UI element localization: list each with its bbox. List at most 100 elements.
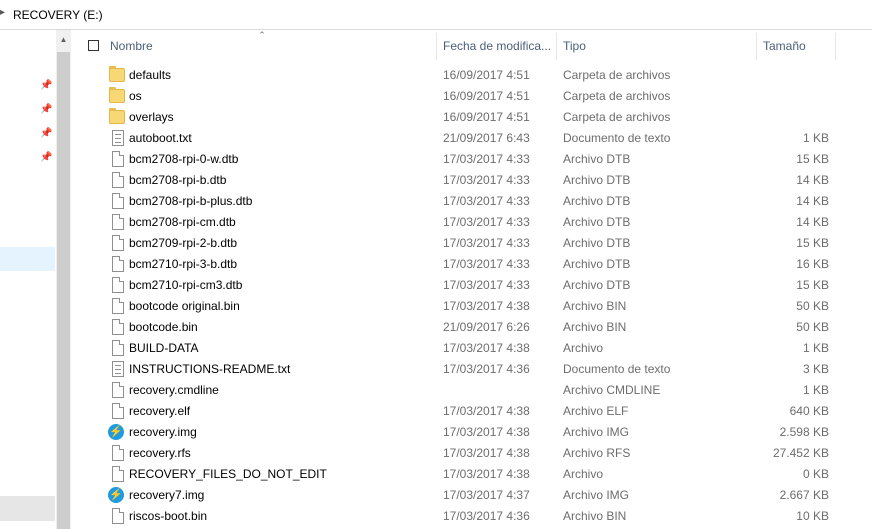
- file-size: 14 KB: [796, 173, 829, 187]
- header-name[interactable]: Nombre: [110, 39, 430, 55]
- file-date: 17/03/2017 4:33: [443, 173, 530, 187]
- file-size: 640 KB: [789, 404, 829, 418]
- file-type: Documento de texto: [563, 131, 671, 145]
- file-name: bootcode.bin: [129, 320, 198, 334]
- file-size: 10 KB: [796, 509, 829, 523]
- address-path[interactable]: RECOVERY (E:): [13, 8, 103, 22]
- file-row[interactable]: riscos-boot.bin 17/03/2017 4:36 Archivo BI…: [71, 506, 872, 527]
- text-file-icon: [112, 361, 124, 377]
- file-date: 17/03/2017 4:38: [443, 341, 530, 355]
- file-row[interactable]: os 16/09/2017 4:51 Carpeta de archivos: [71, 86, 872, 107]
- file-icon: [112, 340, 124, 356]
- file-row[interactable]: overlays 16/09/2017 4:51 Carpeta de archiv…: [71, 107, 872, 128]
- file-row[interactable]: ⚡ recovery7.img 17/03/2017 4:37 Archivo IMG…: [71, 485, 872, 506]
- pin-icon[interactable]: 📌: [40, 80, 52, 92]
- header-type[interactable]: Tipo: [563, 39, 753, 55]
- file-row[interactable]: bootcode.bin 21/09/2017 6:26 Archivo BIN 50…: [71, 317, 872, 338]
- pin-icon[interactable]: 📌: [40, 104, 52, 116]
- file-date: 17/03/2017 4:33: [443, 278, 530, 292]
- file-type: Archivo DTB: [563, 194, 631, 208]
- scroll-up-arrow-icon[interactable]: ▲: [59, 36, 68, 44]
- column-divider[interactable]: [756, 33, 757, 60]
- file-date: 21/09/2017 6:26: [443, 320, 530, 334]
- file-date: 17/03/2017 4:33: [443, 152, 530, 166]
- column-header: ⌃ Nombre Fecha de modifica... Tipo Tamañ…: [71, 30, 872, 63]
- file-date: 17/03/2017 4:33: [443, 257, 530, 271]
- file-date: 17/03/2017 4:36: [443, 509, 530, 523]
- file-name: bcm2710-rpi-cm3.dtb: [129, 278, 243, 292]
- file-row[interactable]: recovery.cmdline Archivo CMDLINE 1 KB: [71, 380, 872, 401]
- header-date[interactable]: Fecha de modifica...: [443, 39, 555, 55]
- file-row[interactable]: autoboot.txt 21/09/2017 6:43 Documento de …: [71, 128, 872, 149]
- file-row[interactable]: bcm2708-rpi-b.dtb 17/03/2017 4:33 Archivo …: [71, 170, 872, 191]
- file-type: Archivo ELF: [563, 404, 629, 418]
- file-type: Archivo BIN: [563, 299, 627, 313]
- file-size: 2.667 KB: [779, 488, 829, 502]
- address-bar[interactable]: ▸ RECOVERY (E:): [0, 0, 872, 30]
- file-icon: [112, 277, 124, 293]
- file-date: 21/09/2017 6:43: [443, 131, 530, 145]
- nav-selected-item[interactable]: [0, 247, 55, 271]
- file-row[interactable]: defaults 16/09/2017 4:51 Carpeta de archiv…: [71, 65, 872, 86]
- file-row[interactable]: INSTRUCTIONS-README.txt 17/03/2017 4:36 Do…: [71, 359, 872, 380]
- file-size: 27.452 KB: [772, 446, 829, 460]
- file-name: recovery.elf: [129, 404, 191, 418]
- select-all-checkbox[interactable]: [88, 40, 99, 51]
- file-row[interactable]: ⚡ recovery.img 17/03/2017 4:38 Archivo IMG 2…: [71, 422, 872, 443]
- file-date: 17/03/2017 4:38: [443, 425, 530, 439]
- file-icon: [112, 172, 124, 188]
- column-divider[interactable]: [436, 33, 437, 60]
- file-icon: [112, 298, 124, 314]
- file-type: Archivo DTB: [563, 173, 631, 187]
- file-row[interactable]: bcm2709-rpi-2-b.dtb 17/03/2017 4:33 Archiv…: [71, 233, 872, 254]
- file-name: defaults: [129, 68, 172, 82]
- file-icon: [112, 193, 124, 209]
- file-icon: [112, 508, 124, 524]
- pin-icon[interactable]: 📌: [40, 152, 52, 164]
- nav-item-highlight[interactable]: [0, 496, 55, 521]
- file-type: Archivo RFS: [563, 446, 631, 460]
- file-size: 15 KB: [796, 236, 829, 250]
- folder-icon: [109, 87, 125, 103]
- chevron-right-icon[interactable]: ▸: [0, 7, 8, 21]
- file-row[interactable]: bcm2708-rpi-b-plus.dtb 17/03/2017 4:33 Arc…: [71, 191, 872, 212]
- file-type: Carpeta de archivos: [563, 89, 671, 103]
- file-size: 15 KB: [796, 278, 829, 292]
- file-date: 17/03/2017 4:38: [443, 299, 530, 313]
- disk-image-icon: ⚡: [108, 487, 124, 503]
- file-row[interactable]: recovery.rfs 17/03/2017 4:38 Archivo RFS 27…: [71, 443, 872, 464]
- file-row[interactable]: BUILD-DATA 17/03/2017 4:38 Archivo 1 KB: [71, 338, 872, 359]
- file-row[interactable]: bcm2708-rpi-cm.dtb 17/03/2017 4:33 Archivo…: [71, 212, 872, 233]
- file-date: 16/09/2017 4:51: [443, 89, 530, 103]
- text-file-icon: [112, 130, 124, 146]
- file-icon: [112, 235, 124, 251]
- file-row[interactable]: bootcode original.bin 17/03/2017 4:38 Arch…: [71, 296, 872, 317]
- file-row[interactable]: bcm2710-rpi-cm3.dtb 17/03/2017 4:33 Archiv…: [71, 275, 872, 296]
- file-row[interactable]: RECOVERY_FILES_DO_NOT_EDIT 17/03/2017 4:3…: [71, 464, 872, 485]
- file-row[interactable]: bcm2708-rpi-0-w.dtb 17/03/2017 4:33 Archiv…: [71, 149, 872, 170]
- file-size: 1 KB: [802, 131, 829, 145]
- header-size[interactable]: Tamaño: [763, 39, 833, 55]
- file-name: bcm2708-rpi-cm.dtb: [129, 215, 236, 229]
- file-name: bootcode original.bin: [129, 299, 240, 313]
- file-name: bcm2708-rpi-b-plus.dtb: [129, 194, 253, 208]
- file-date: 17/03/2017 4:38: [443, 446, 530, 460]
- file-size: 2.598 KB: [779, 425, 829, 439]
- file-row[interactable]: bcm2710-rpi-3-b.dtb 17/03/2017 4:33 Archiv…: [71, 254, 872, 275]
- column-divider[interactable]: [835, 33, 836, 60]
- file-row[interactable]: recovery.elf 17/03/2017 4:38 Archivo ELF 64…: [71, 401, 872, 422]
- file-name: riscos-boot.bin: [129, 509, 208, 523]
- nav-scrollbar[interactable]: ▲: [56, 30, 71, 529]
- column-divider[interactable]: [556, 33, 557, 60]
- file-date: 17/03/2017 4:37: [443, 488, 530, 502]
- file-name: RECOVERY_FILES_DO_NOT_EDIT: [129, 467, 327, 481]
- file-icon: [112, 319, 124, 335]
- file-type: Archivo CMDLINE: [563, 383, 661, 397]
- file-type: Archivo BIN: [563, 320, 627, 334]
- file-name: bcm2708-rpi-0-w.dtb: [129, 152, 239, 166]
- file-name: BUILD-DATA: [129, 341, 199, 355]
- file-date: 17/03/2017 4:36: [443, 362, 530, 376]
- pin-icon[interactable]: 📌: [40, 128, 52, 140]
- file-size: 3 KB: [802, 362, 829, 376]
- scrollbar-thumb[interactable]: [57, 52, 70, 529]
